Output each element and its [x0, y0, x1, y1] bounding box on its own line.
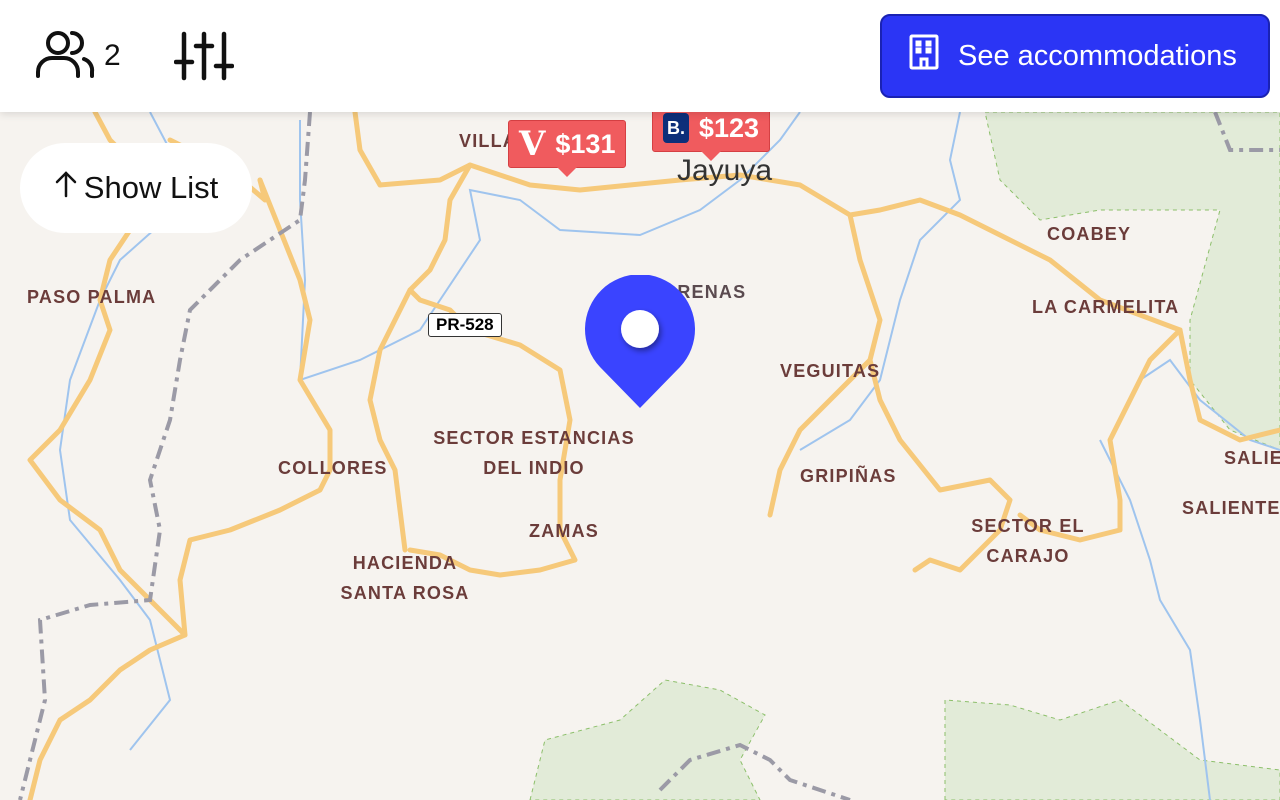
place-label-saliente: SALIENTE: [1182, 498, 1280, 518]
place-label-gripinas: GRIPIÑAS: [800, 466, 897, 486]
place-label-zamas: ZAMAS: [529, 521, 599, 541]
show-list-button[interactable]: Show List: [20, 143, 252, 233]
price-amount: $123: [698, 112, 759, 143]
building-icon: [908, 34, 940, 78]
users-icon: [34, 28, 96, 85]
place-label-line: CARAJO: [986, 546, 1070, 566]
sliders-icon: [173, 31, 235, 86]
place-label-line: SANTA ROSA: [340, 583, 470, 603]
show-list-label: Show List: [83, 170, 219, 205]
place-label-hacienda-santa-rosa: HACIENDA SANTA ROSA: [336, 553, 474, 604]
place-label-line: SECTOR EL: [971, 516, 1085, 536]
place-label-salie: SALIE: [1224, 448, 1280, 468]
top-bar: 2 See accommodations: [0, 0, 1280, 112]
place-label-sector-el-carajo: SECTOR EL CARAJO: [970, 516, 1086, 567]
guests-button[interactable]: 2: [34, 30, 121, 82]
arrow-up-icon: [54, 170, 78, 206]
place-label-sector-estancias: SECTOR ESTANCIAS DEL INDIO: [428, 428, 640, 479]
place-label-veguitas: VEGUITAS: [780, 361, 881, 381]
guest-count: 2: [104, 39, 121, 72]
road-shield-pr-528: PR-528: [428, 313, 502, 337]
price-marker[interactable]: V $131: [508, 120, 626, 177]
place-label-line: SECTOR ESTANCIAS: [433, 428, 635, 448]
location-pin-icon[interactable]: [584, 274, 696, 410]
town-label-jayuya: Jayuya: [677, 154, 773, 187]
cta-label: See accommodations: [958, 39, 1237, 72]
place-label-line: HACIENDA: [352, 553, 458, 573]
place-label-la-carmelita: LA CARMELITA: [1032, 297, 1180, 317]
place-label-line: DEL INDIO: [483, 458, 585, 478]
price-amount: $131: [555, 128, 616, 159]
booking-logo-icon: B.: [663, 113, 689, 143]
place-label-paso-palma: PASO PALMA: [27, 287, 157, 307]
vrbo-logo-icon: V: [519, 124, 546, 164]
place-label-collores: COLLORES: [278, 458, 388, 478]
filters-button[interactable]: [173, 30, 235, 82]
see-accommodations-button[interactable]: See accommodations: [880, 14, 1270, 98]
place-label-coabey: COABEY: [1047, 224, 1132, 244]
